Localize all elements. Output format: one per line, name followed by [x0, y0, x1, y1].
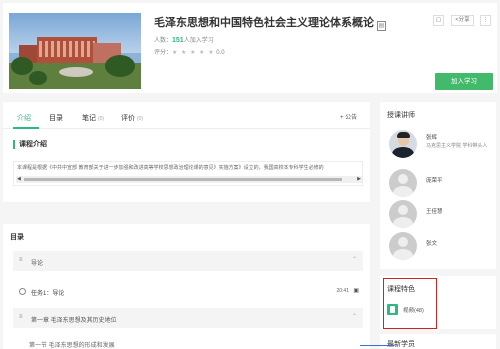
bookmark-icon: ▢ — [435, 17, 442, 23]
course-tabs: 介绍 目录 笔记 (0) 评价 (0) + 公告 — [3, 102, 370, 129]
intro-content: 本课程是根据《中共中宣部 教育部关于进一步加强和改进高等学校思想政治理论课的意见… — [13, 161, 363, 186]
chapter-row[interactable]: ≡ 第一章 毛泽东思想及其历史地位 ⌃ — [13, 308, 363, 328]
divider-line — [360, 345, 394, 346]
teacher-desc: 马克思主义学院 学科带头人 — [426, 143, 488, 149]
task-duration: 20:41 — [336, 288, 349, 294]
course-title: 毛泽东思想和中国特色社会主义理论体系概论 ▤ — [154, 17, 386, 31]
intro-text: 本课程是根据《中共中宣部 教育部关于进一步加强和改进高等学校思想政治理论课的意见… — [17, 165, 324, 171]
teacher-name: 张文 — [426, 241, 438, 247]
teacher-item[interactable]: 王佳慧 — [385, 200, 493, 230]
list-icon: ≡ — [19, 257, 23, 263]
course-header: 毛泽东思想和中国特色社会主义理论体系概论 ▤ 人数：151人加入学习 评分：★ ★… — [3, 3, 497, 93]
teacher-item[interactable]: 庞荣平 — [385, 169, 493, 199]
chevron-up-icon: ⌃ — [351, 257, 357, 263]
chapter-label: 第一章 毛泽东思想及其历史地位 — [31, 318, 117, 324]
rating-value: 0.0 — [216, 50, 225, 56]
avatar — [389, 200, 417, 228]
scrollbar-thumb[interactable] — [24, 178, 342, 181]
learners-heading: 最新学员 — [387, 341, 415, 348]
course-rating: 评分：★ ★ ★ ★ ★ 0.0 — [154, 50, 225, 56]
catalog-heading: 目录 — [10, 234, 24, 241]
video-icon: ▣ — [353, 288, 359, 294]
tab-reviews[interactable]: 评价 (0) — [121, 113, 143, 123]
teacher-item[interactable]: 张辉 马克思主义学院 学科带头人 — [385, 130, 493, 160]
circle-status-icon — [19, 288, 26, 295]
latest-learners-panel: 最新学员 — [380, 334, 496, 349]
avatar — [389, 169, 417, 197]
task-label: 任务1：导论 — [31, 291, 65, 297]
teacher-name: 张辉 — [426, 135, 438, 141]
teachers-heading: 授课讲师 — [387, 112, 415, 119]
teacher-name: 王佳慧 — [426, 209, 443, 215]
course-main-panel: 介绍 目录 笔记 (0) 评价 (0) + 公告 课程介绍 本课程是根据《中共中… — [3, 102, 370, 202]
intro-heading: 课程介绍 — [13, 140, 47, 149]
active-tab-underline — [13, 127, 39, 129]
tag-icon: ▤ — [377, 21, 386, 31]
more-button[interactable]: ⋮ — [480, 15, 491, 26]
join-study-button[interactable]: 加入学习 — [435, 73, 493, 90]
task-row[interactable]: 任务1：导论 20:41 ▣ — [19, 287, 359, 299]
catalog-panel: 目录 ≡ 导论 ⌃ 任务1：导论 20:41 ▣ ≡ 第一章 毛泽东思想及其历史… — [3, 224, 370, 349]
chapter-label: 导论 — [31, 261, 44, 267]
course-cover-image — [9, 13, 141, 89]
teachers-panel: 授课讲师 张辉 马克思主义学院 学科带头人 庞荣平 王佳慧 张文 — [380, 102, 496, 269]
teacher-name: 庞荣平 — [426, 178, 443, 184]
rating-stars: ★ ★ ★ ★ ★ — [172, 50, 215, 56]
chapter-row[interactable]: ≡ 导论 ⌃ — [13, 251, 363, 271]
scroll-left-icon[interactable]: ◀ — [17, 176, 21, 183]
horizontal-scrollbar[interactable]: ◀ ▶ — [16, 176, 362, 183]
collect-button[interactable]: ▢ — [433, 15, 444, 26]
chevron-up-icon: ⌃ — [351, 314, 357, 320]
tab-notes[interactable]: 笔记 (0) — [82, 113, 104, 123]
enroll-count: 人数：151人加入学习 — [154, 37, 214, 44]
subsection-label[interactable]: 第一节 毛泽东思想的形成和发展 — [29, 340, 115, 349]
announcement-button[interactable]: + 公告 — [340, 112, 357, 121]
highlight-box — [383, 278, 437, 329]
tab-intro[interactable]: 介绍 — [17, 113, 31, 123]
scroll-right-icon[interactable]: ▶ — [357, 176, 361, 183]
teacher-item[interactable]: 张文 — [385, 232, 493, 262]
avatar — [389, 232, 417, 260]
tab-catalog[interactable]: 目录 — [49, 113, 63, 123]
share-button[interactable]: <分享 — [451, 15, 474, 26]
avatar — [389, 130, 417, 158]
list-icon: ≡ — [19, 314, 23, 320]
